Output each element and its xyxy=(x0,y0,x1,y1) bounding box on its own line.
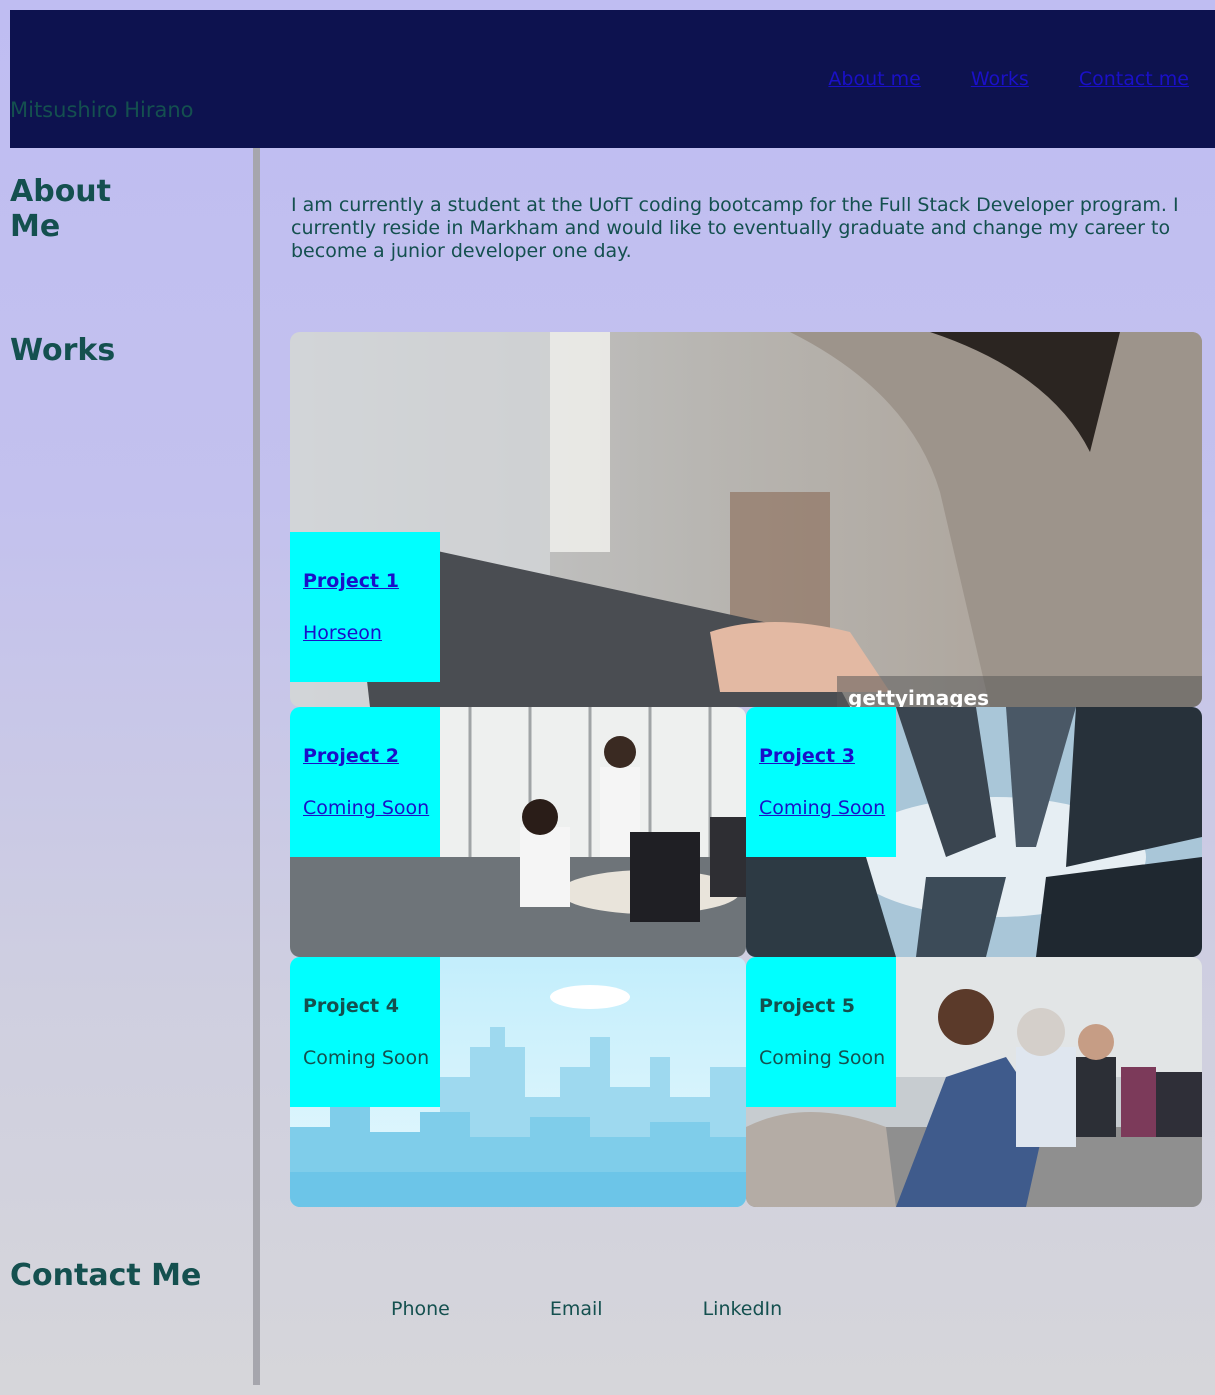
works-heading: Works xyxy=(10,333,116,368)
project-overlay: Project 3 Coming Soon xyxy=(746,707,896,857)
project-card-4[interactable]: Project 4 Coming Soon xyxy=(290,957,746,1207)
project-4-subtitle: Coming Soon xyxy=(303,1047,430,1069)
main-nav: About me Works Contact me xyxy=(828,68,1189,90)
contact-heading: Contact Me xyxy=(10,1258,202,1293)
project-overlay: Project 2 Coming Soon xyxy=(290,707,440,857)
project-overlay: Project 4 Coming Soon xyxy=(290,957,440,1107)
project-3-title[interactable]: Project 3 xyxy=(759,745,855,767)
contact-email: Email xyxy=(549,1298,603,1320)
contact-linkedin: LinkedIn xyxy=(702,1298,783,1320)
project-1-link[interactable]: Horseon xyxy=(303,622,382,644)
project-card-5[interactable]: Project 5 Coming Soon xyxy=(746,957,1202,1207)
project-2-link[interactable]: Coming Soon xyxy=(303,797,429,819)
project-card-1[interactable]: gettyimages Project 1 Horseon xyxy=(290,332,1202,707)
sidebar-divider xyxy=(253,148,260,1385)
nav-contact-me[interactable]: Contact me xyxy=(1079,68,1189,90)
nav-works[interactable]: Works xyxy=(971,68,1029,90)
project-overlay: Project 5 Coming Soon xyxy=(746,957,896,1107)
about-text: I am currently a student at the UofT cod… xyxy=(291,194,1179,262)
getty-watermark: gettyimages xyxy=(848,686,989,707)
site-name: Mitsushiro Hirano xyxy=(10,98,194,122)
contact-phone: Phone xyxy=(391,1298,450,1320)
project-5-subtitle: Coming Soon xyxy=(759,1047,886,1069)
site-header: Mitsushiro Hirano About me Works Contact… xyxy=(10,10,1215,148)
contact-links: Phone Email LinkedIn xyxy=(391,1298,882,1320)
project-overlay: Project 1 Horseon xyxy=(290,532,440,682)
project-4-title: Project 4 xyxy=(303,995,399,1017)
project-card-3[interactable]: Project 3 Coming Soon xyxy=(746,707,1202,957)
about-heading: About Me xyxy=(10,174,112,244)
project-card-2[interactable]: Project 2 Coming Soon xyxy=(290,707,746,957)
project-1-title[interactable]: Project 1 xyxy=(303,570,399,592)
nav-about-me[interactable]: About me xyxy=(828,68,920,90)
project-3-link[interactable]: Coming Soon xyxy=(759,797,885,819)
project-5-title: Project 5 xyxy=(759,995,855,1017)
project-2-title[interactable]: Project 2 xyxy=(303,745,399,767)
